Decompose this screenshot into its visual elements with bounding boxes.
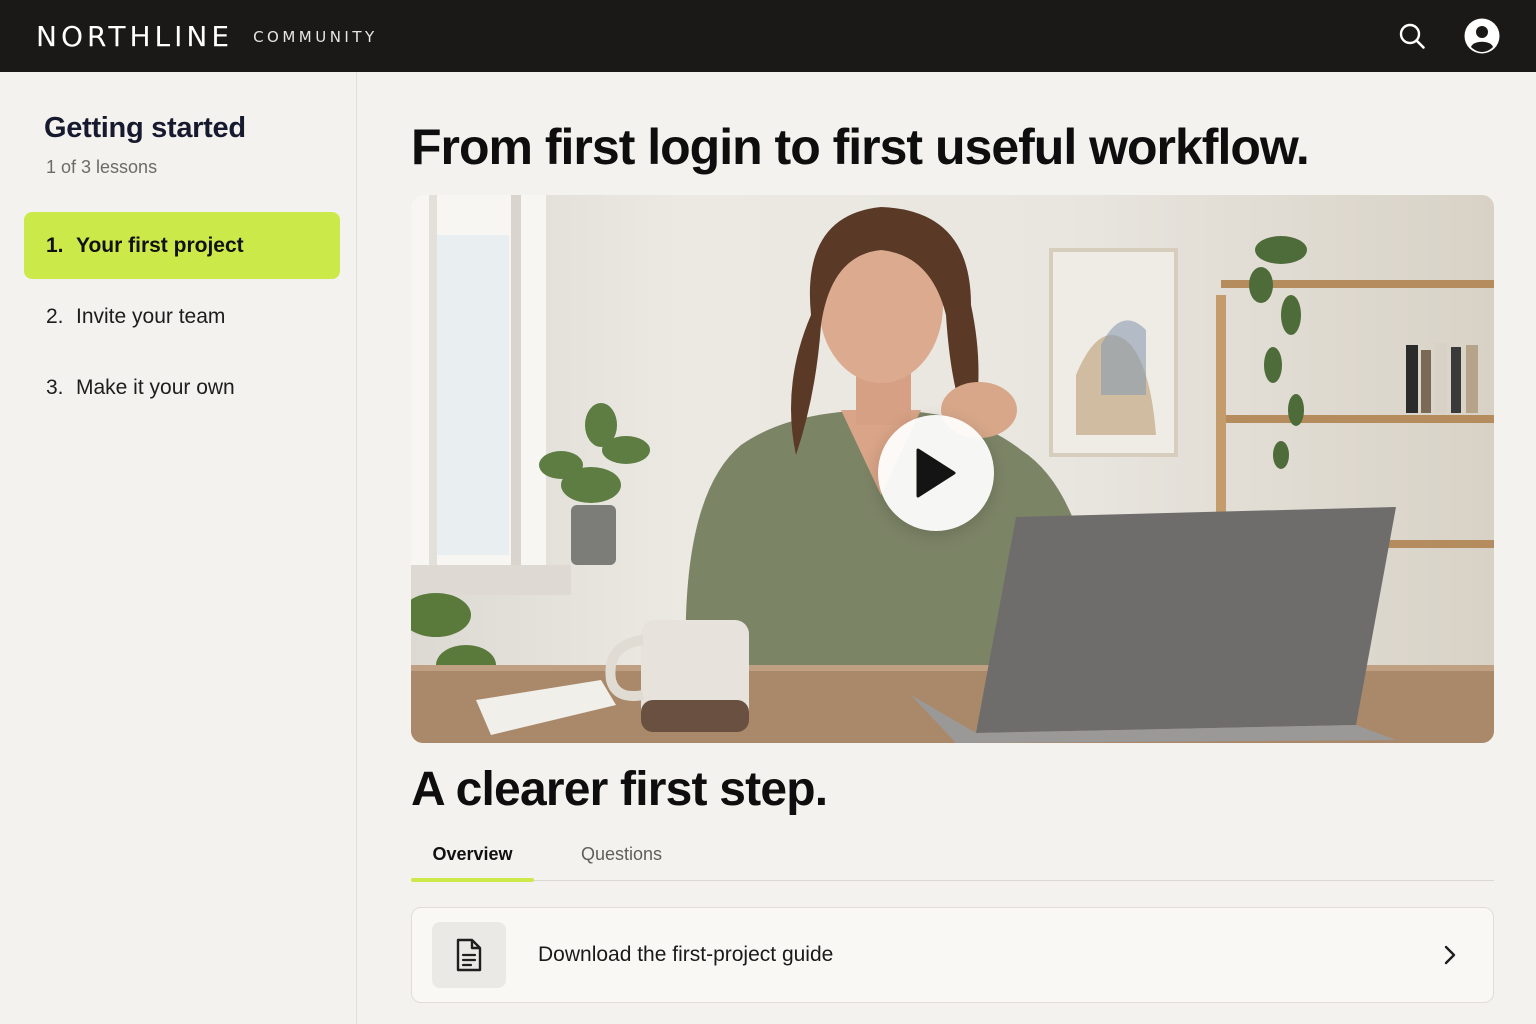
play-icon — [916, 448, 956, 498]
lesson-item-make-it-your-own[interactable]: 3. Make it your own — [24, 354, 340, 421]
chevron-right-icon[interactable] — [1443, 944, 1457, 966]
lesson-item-your-first-project[interactable]: 1. Your first project — [24, 212, 340, 279]
brand-subtitle: COMMUNITY — [253, 28, 378, 46]
lesson-sidebar: Getting started 1 of 3 lessons 1. Your f… — [0, 72, 357, 1024]
download-guide-label: Download the first-project guide — [538, 943, 834, 966]
section-title: A clearer first step. — [411, 763, 828, 816]
lesson-tabs: Overview Questions — [411, 840, 1494, 882]
lesson-number: 3. — [46, 375, 64, 399]
lesson-item-invite-your-team[interactable]: 2. Invite your team — [24, 283, 340, 350]
tab-questions[interactable]: Questions — [581, 840, 662, 881]
download-guide-card[interactable]: Download the first-project guide — [411, 907, 1494, 1003]
lesson-label: Your first project — [76, 233, 244, 257]
lesson-label: Invite your team — [76, 304, 226, 328]
document-icon — [456, 938, 482, 972]
video-player[interactable] — [411, 195, 1494, 743]
user-account-icon[interactable] — [1464, 18, 1500, 54]
tab-overview[interactable]: Overview — [411, 840, 534, 882]
course-progress: 1 of 3 lessons — [46, 157, 158, 177]
lesson-number: 2. — [46, 304, 64, 328]
course-title: Getting started — [44, 112, 246, 144]
top-bar: NORTHLINE COMMUNITY — [0, 0, 1536, 72]
lesson-number: 1. — [46, 233, 64, 257]
lesson-list: 1. Your first project 2. Invite your tea… — [24, 212, 340, 421]
top-bar-actions — [1398, 18, 1500, 54]
brand-logo[interactable]: NORTHLINE — [36, 20, 233, 53]
document-icon-box — [432, 922, 506, 988]
page-title: From first login to first useful workflo… — [411, 119, 1310, 175]
play-button[interactable] — [878, 415, 994, 531]
search-icon[interactable] — [1398, 22, 1426, 50]
lesson-label: Make it your own — [76, 375, 235, 399]
lesson-main: From first login to first useful workflo… — [358, 72, 1536, 1024]
